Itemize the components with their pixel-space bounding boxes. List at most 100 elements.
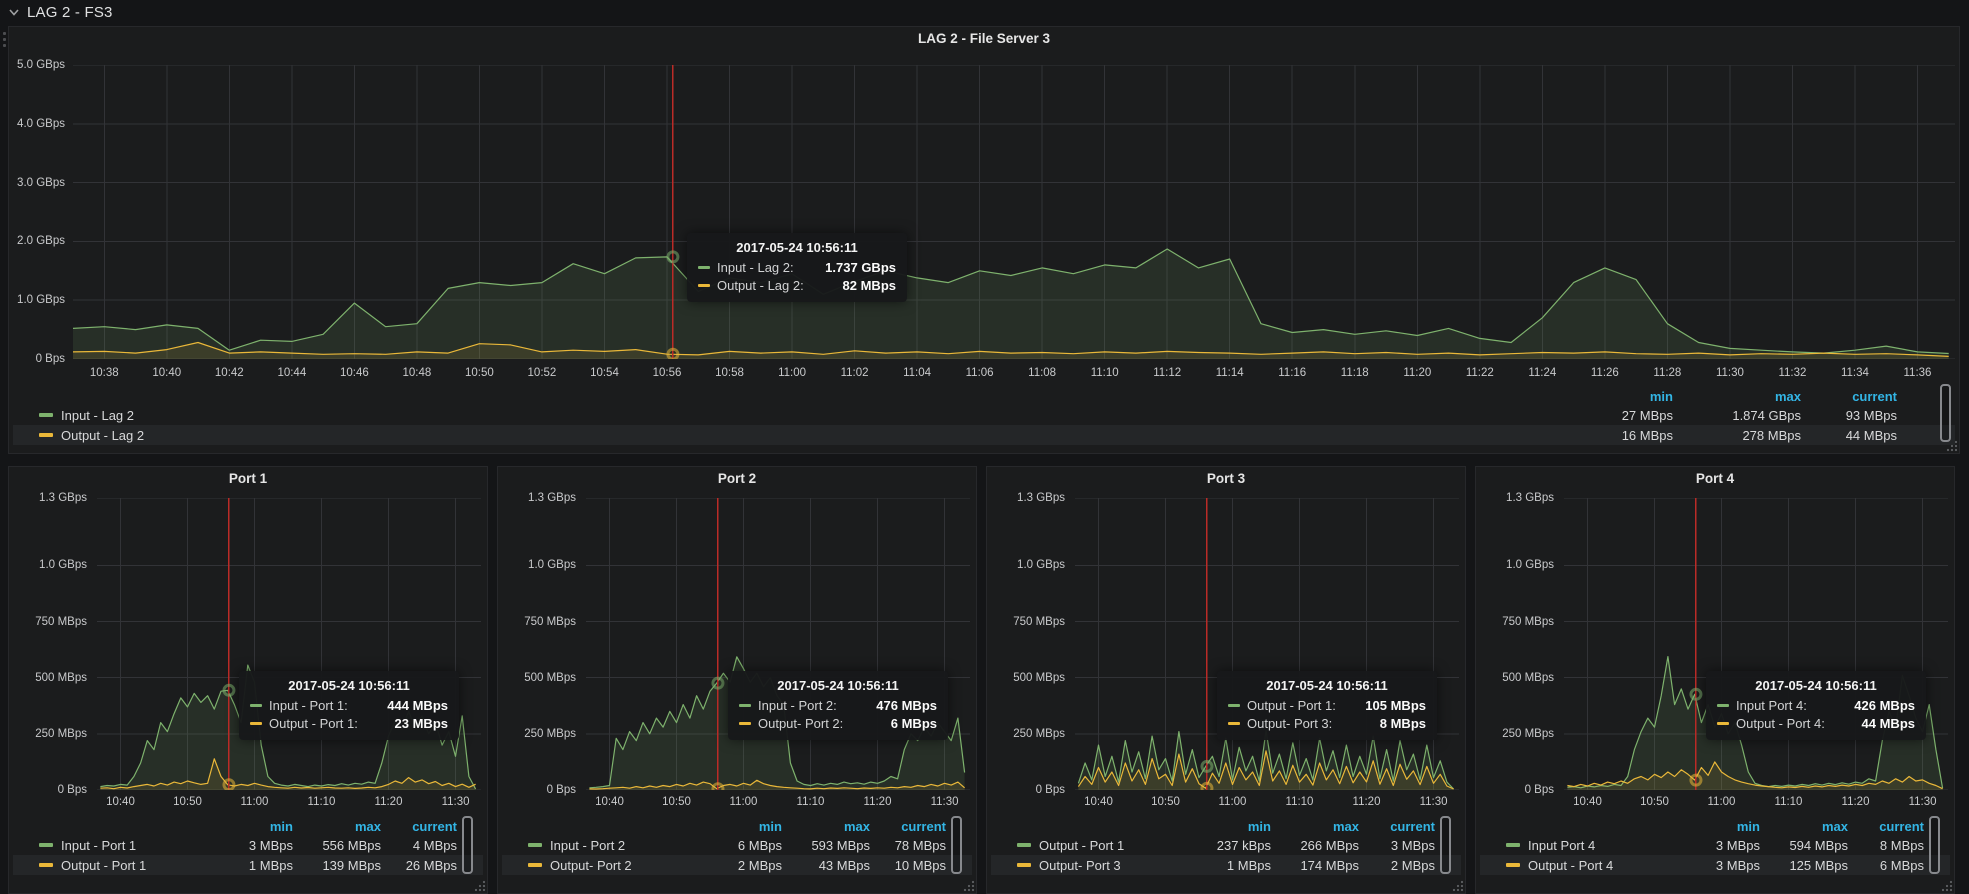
x-tick-label: 10:48 bbox=[395, 367, 439, 379]
y-tick-label: 750 MBps bbox=[1502, 616, 1554, 628]
hover-tooltip: 2017-05-24 10:56:11 Input - Port 2:476 M… bbox=[728, 671, 948, 740]
legend-scrollbar[interactable] bbox=[462, 816, 473, 874]
panel-port-2: Port 2 1.3 GBps1.0 GBps750 MBps500 MBps2… bbox=[497, 466, 977, 894]
x-tick-label: 11:10 bbox=[300, 796, 344, 808]
y-tick-label: 1.3 GBps bbox=[1506, 492, 1554, 504]
legend-row: Output - Port 4 3 MBps 125 MBps 6 MBps bbox=[1480, 855, 1950, 875]
legend-series-toggle[interactable]: Input - Port 2 bbox=[528, 838, 702, 853]
tooltip-timestamp: 2017-05-24 10:56:11 bbox=[739, 678, 937, 693]
series-swatch bbox=[1717, 722, 1729, 725]
legend-scrollbar[interactable] bbox=[1929, 816, 1940, 874]
x-tick-label: 10:52 bbox=[520, 367, 564, 379]
x-tick-label: 11:10 bbox=[1767, 796, 1811, 808]
panel-title[interactable]: Port 4 bbox=[1476, 471, 1954, 486]
legend-header-row: min max current bbox=[991, 817, 1461, 835]
legend-row: Input - Port 1 3 MBps 556 MBps 4 MBps bbox=[13, 835, 483, 855]
y-tick-label: 1.0 GBps bbox=[17, 294, 65, 306]
x-tick-label: 11:34 bbox=[1833, 367, 1877, 379]
panel-title[interactable]: Port 3 bbox=[987, 471, 1465, 486]
x-axis-labels: 10:4010:5011:0011:1011:2011:30 bbox=[586, 794, 970, 810]
plot-area[interactable] bbox=[73, 65, 1955, 359]
tooltip-timestamp: 2017-05-24 10:56:11 bbox=[698, 240, 896, 255]
y-axis-labels: 1.3 GBps1.0 GBps750 MBps500 MBps250 MBps… bbox=[11, 498, 91, 790]
legend-series-toggle[interactable]: Input - Lag 2 bbox=[39, 408, 1563, 423]
plot-area[interactable] bbox=[97, 498, 481, 790]
x-tick-label: 10:40 bbox=[145, 367, 189, 379]
hover-tooltip: 2017-05-24 10:56:11 Input Port 4:426 MBp… bbox=[1706, 671, 1926, 740]
resize-handle-icon[interactable] bbox=[473, 879, 486, 892]
chart-svg bbox=[1564, 498, 1948, 790]
tooltip-timestamp: 2017-05-24 10:56:11 bbox=[1717, 678, 1915, 693]
x-tick-label: 10:50 bbox=[654, 796, 698, 808]
series-swatch bbox=[39, 413, 53, 417]
x-tick-label: 10:40 bbox=[1565, 796, 1609, 808]
x-tick-label: 10:56 bbox=[645, 367, 689, 379]
resize-handle-icon[interactable] bbox=[1940, 879, 1953, 892]
x-tick-label: 11:14 bbox=[1208, 367, 1252, 379]
legend-header-row: min max current bbox=[13, 817, 483, 835]
legend-series-toggle[interactable]: Output- Port 2 bbox=[528, 858, 702, 873]
plot-area[interactable] bbox=[586, 498, 970, 790]
panel-title[interactable]: LAG 2 - File Server 3 bbox=[9, 31, 1959, 46]
x-tick-label: 11:06 bbox=[958, 367, 1002, 379]
series-swatch bbox=[739, 704, 751, 707]
x-tick-label: 11:30 bbox=[434, 796, 478, 808]
series-swatch bbox=[1228, 704, 1240, 707]
legend-scrollbar[interactable] bbox=[951, 816, 962, 874]
tooltip-timestamp: 2017-05-24 10:56:11 bbox=[1228, 678, 1426, 693]
resize-handle-icon[interactable] bbox=[1451, 879, 1464, 892]
tooltip-row: Output- Port 2:6 MBps bbox=[739, 716, 937, 731]
tooltip-row: Output- Port 3:8 MBps bbox=[1228, 716, 1426, 731]
series-swatch bbox=[739, 722, 751, 725]
resize-handle-icon[interactable] bbox=[1945, 439, 1958, 452]
x-tick-label: 10:50 bbox=[457, 367, 501, 379]
tooltip-row: Input Port 4:426 MBps bbox=[1717, 698, 1915, 713]
resize-handle-icon[interactable] bbox=[962, 879, 975, 892]
plot-area[interactable] bbox=[1564, 498, 1948, 790]
x-tick-label: 10:44 bbox=[270, 367, 314, 379]
x-axis-labels: 10:3810:4010:4210:4410:4610:4810:5010:52… bbox=[73, 365, 1955, 381]
legend-scrollbar[interactable] bbox=[1940, 384, 1951, 442]
panel-port-4: Port 4 1.3 GBps1.0 GBps750 MBps500 MBps2… bbox=[1475, 466, 1955, 894]
y-tick-label: 250 MBps bbox=[1013, 728, 1065, 740]
y-axis-labels: 1.3 GBps1.0 GBps750 MBps500 MBps250 MBps… bbox=[1478, 498, 1558, 790]
tooltip-row: Input - Port 1:444 MBps bbox=[250, 698, 448, 713]
panel-drag-handle-icon[interactable] bbox=[3, 32, 6, 47]
legend-series-toggle[interactable]: Output - Port 4 bbox=[1506, 858, 1680, 873]
legend-row: Output- Port 3 1 MBps 174 MBps 2 MBps bbox=[991, 855, 1461, 875]
x-tick-label: 11:04 bbox=[895, 367, 939, 379]
y-tick-label: 0 Bps bbox=[1525, 784, 1554, 796]
panel-title[interactable]: Port 2 bbox=[498, 471, 976, 486]
panel-port-3: Port 3 1.3 GBps1.0 GBps750 MBps500 MBps2… bbox=[986, 466, 1466, 894]
legend-row: Input - Port 2 6 MBps 593 MBps 78 MBps bbox=[502, 835, 972, 855]
legend-series-toggle[interactable]: Input - Port 1 bbox=[39, 838, 213, 853]
y-axis-labels: 1.3 GBps1.0 GBps750 MBps500 MBps250 MBps… bbox=[500, 498, 580, 790]
legend-row: Output - Port 1 1 MBps 139 MBps 26 MBps bbox=[13, 855, 483, 875]
x-tick-label: 11:36 bbox=[1895, 367, 1939, 379]
x-tick-label: 11:18 bbox=[1333, 367, 1377, 379]
x-tick-label: 11:20 bbox=[1395, 367, 1439, 379]
legend-series-toggle[interactable]: Output - Lag 2 bbox=[39, 428, 1563, 443]
legend-series-toggle[interactable]: Input Port 4 bbox=[1506, 838, 1680, 853]
y-tick-label: 500 MBps bbox=[1013, 672, 1065, 684]
legend-series-toggle[interactable]: Output- Port 3 bbox=[1017, 858, 1191, 873]
panel-title[interactable]: Port 1 bbox=[9, 471, 487, 486]
legend-header-row: min max current bbox=[1480, 817, 1950, 835]
x-tick-label: 10:54 bbox=[582, 367, 626, 379]
tooltip-row: Output - Port 1:23 MBps bbox=[250, 716, 448, 731]
y-tick-label: 250 MBps bbox=[35, 728, 87, 740]
legend-series-toggle[interactable]: Output - Port 1 bbox=[1017, 838, 1191, 853]
row-title: LAG 2 - FS3 bbox=[27, 4, 113, 21]
tooltip-row: Output - Port 1:105 MBps bbox=[1228, 698, 1426, 713]
plot-area[interactable] bbox=[1075, 498, 1459, 790]
chart-svg bbox=[1075, 498, 1459, 790]
x-tick-label: 10:40 bbox=[1076, 796, 1120, 808]
legend-scrollbar[interactable] bbox=[1440, 816, 1451, 874]
chart-svg bbox=[73, 65, 1955, 359]
chevron-down-icon bbox=[8, 6, 20, 18]
row-collapse-header[interactable]: LAG 2 - FS3 bbox=[8, 2, 113, 22]
legend-series-toggle[interactable]: Output - Port 1 bbox=[39, 858, 213, 873]
x-tick-label: 10:38 bbox=[82, 367, 126, 379]
y-tick-label: 1.3 GBps bbox=[39, 492, 87, 504]
legend-row: Output - Lag 2 16 MBps 278 MBps 44 MBps bbox=[13, 425, 1955, 445]
